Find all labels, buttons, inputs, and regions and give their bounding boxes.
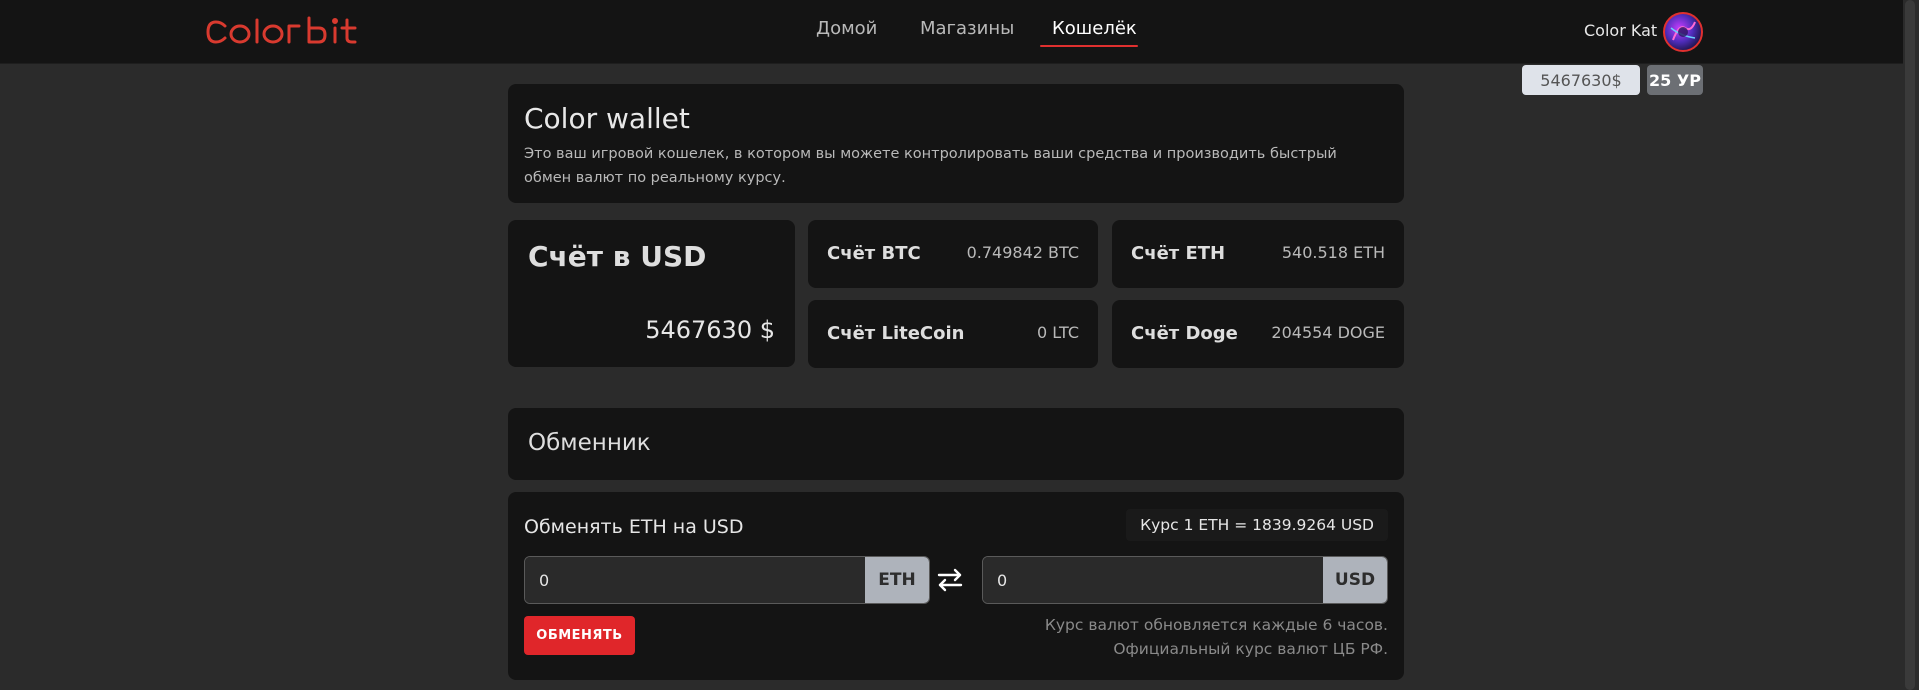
nav-home[interactable]: Домой bbox=[816, 18, 877, 39]
usd-account-value: 5467630 $ bbox=[645, 316, 775, 344]
page-scrollbar[interactable] bbox=[1903, 0, 1919, 690]
balance-badge: 5467630$ bbox=[1522, 65, 1640, 95]
wallet-intro-card: Color wallet Это ваш игровой кошелек, в … bbox=[508, 84, 1404, 203]
avatar-image bbox=[1670, 21, 1696, 41]
to-amount-input[interactable] bbox=[983, 557, 1323, 603]
doge-account-card: Счёт Doge 204554 DOGE bbox=[1112, 300, 1404, 368]
exchange-form-title: Обменять ETH на USD bbox=[524, 516, 744, 538]
official-rate-note: Официальный курс валют ЦБ РФ. bbox=[1113, 640, 1388, 658]
ltc-account-value: 0 LTC bbox=[1037, 323, 1079, 342]
doge-account-value: 204554 DOGE bbox=[1271, 323, 1385, 342]
btc-account-value: 0.749842 BTC bbox=[966, 243, 1079, 262]
exchange-button[interactable]: ОБМЕНЯТЬ bbox=[524, 616, 635, 655]
usd-account-title: Счёт в USD bbox=[528, 240, 707, 273]
top-navbar: Домой Магазины Кошелёк Color Kat bbox=[0, 0, 1903, 64]
scrollbar-thumb[interactable] bbox=[1905, 0, 1915, 690]
nav-shops[interactable]: Магазины bbox=[920, 18, 1014, 39]
btc-account-name: Счёт BTC bbox=[827, 243, 921, 264]
exchanger-title: Обменник bbox=[528, 430, 651, 456]
user-avatar[interactable] bbox=[1663, 12, 1703, 52]
ltc-account-name: Счёт LiteCoin bbox=[827, 323, 965, 344]
swap-arrows-icon[interactable] bbox=[936, 567, 964, 593]
to-amount-group: USD bbox=[982, 556, 1388, 604]
eth-account-name: Счёт ETH bbox=[1131, 243, 1226, 264]
eth-account-card: Счёт ETH 540.518 ETH bbox=[1112, 220, 1404, 288]
from-amount-group: ETH bbox=[524, 556, 930, 604]
wallet-title: Color wallet bbox=[524, 102, 690, 135]
exchange-rate-badge: Курс 1 ETH = 1839.9264 USD bbox=[1126, 509, 1388, 541]
to-currency-addon: USD bbox=[1323, 557, 1387, 603]
doge-account-name: Счёт Doge bbox=[1131, 323, 1238, 344]
eth-account-value: 540.518 ETH bbox=[1281, 243, 1385, 262]
wallet-description: Это ваш игровой кошелек, в котором вы мо… bbox=[524, 146, 1337, 186]
from-amount-input[interactable] bbox=[525, 557, 865, 603]
ltc-account-card: Счёт LiteCoin 0 LTC bbox=[808, 300, 1098, 368]
exchanger-header-card: Обменник bbox=[508, 408, 1404, 480]
rate-update-note: Курс валют обновляется каждые 6 часов. bbox=[1044, 616, 1388, 634]
usd-account-card: Счёт в USD 5467630 $ bbox=[508, 220, 795, 367]
exchange-form-card: Обменять ETH на USD Курс 1 ETH = 1839.92… bbox=[508, 492, 1404, 680]
level-badge: 25 УР bbox=[1647, 65, 1703, 95]
nav-wallet[interactable]: Кошелёк bbox=[1052, 18, 1137, 39]
active-nav-indicator bbox=[1040, 45, 1138, 47]
from-currency-addon: ETH bbox=[865, 557, 929, 603]
user-name[interactable]: Color Kat bbox=[1584, 21, 1657, 40]
btc-account-card: Счёт BTC 0.749842 BTC bbox=[808, 220, 1098, 288]
